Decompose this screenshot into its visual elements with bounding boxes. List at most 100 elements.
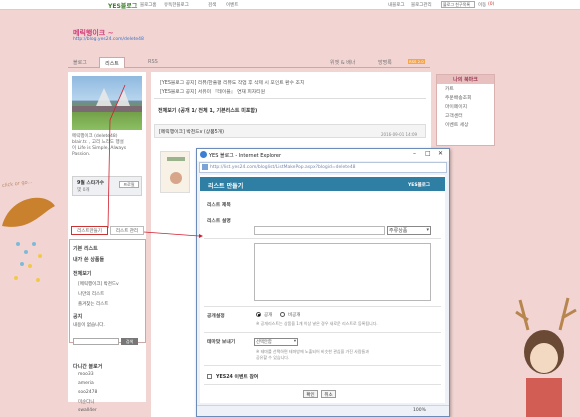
list-entry[interactable]: [메릭행이크] 박천드v (상품5개) 2016-09-01 14:09 bbox=[154, 124, 426, 138]
ie-logo-icon bbox=[200, 151, 207, 158]
menu-basic-list[interactable]: 기본 리스트 bbox=[73, 245, 98, 252]
divider bbox=[204, 306, 441, 307]
rss-badge[interactable]: RSS 2.0 bbox=[408, 59, 425, 64]
manage-list-button[interactable]: 리스트 관리 bbox=[110, 226, 144, 235]
friend-select[interactable]: 블로그 친구목록 bbox=[441, 1, 475, 8]
form-header: 리스트 만들기 YES블로그 bbox=[200, 177, 445, 191]
recent-item[interactable]: ameria bbox=[78, 381, 94, 386]
page-icon bbox=[202, 164, 208, 170]
menu-item-list[interactable]: 즐겨찾는 리스트 bbox=[78, 301, 108, 307]
cancel-button[interactable]: 취소 bbox=[321, 390, 336, 398]
recent-item[interactable]: 미순다니 bbox=[78, 399, 95, 405]
make-list-button[interactable]: 리스트만들기 bbox=[71, 226, 108, 235]
entry-date: 2016-09-01 14:09 bbox=[381, 132, 418, 137]
event-label: YES24 이벤트 참여 bbox=[216, 375, 259, 380]
confirm-button[interactable]: 확인 bbox=[303, 390, 318, 398]
stats-box: 9월 스타가수 몇 0개 프로필 bbox=[72, 176, 142, 196]
label-public: 공개설정 bbox=[207, 314, 225, 319]
search-button[interactable]: 검색 bbox=[121, 338, 138, 345]
nav-search[interactable]: 검색 bbox=[208, 2, 216, 8]
public-radio[interactable] bbox=[256, 312, 261, 317]
chevron-down-icon: ▾ bbox=[293, 339, 296, 344]
label-theme: 테마맞 보내기 bbox=[207, 340, 236, 345]
profile-text: 메릭행이크 (delete48) blair.tr. , 고리 느리도 행설 이… bbox=[72, 134, 144, 158]
divider bbox=[204, 332, 441, 333]
blog-url[interactable]: http://blog.yes24.com/delete48 bbox=[73, 37, 144, 42]
address-bar[interactable]: http://list.yes24.com/bloglist/ListMakeP… bbox=[199, 162, 447, 173]
notice-post-2[interactable]: [YES블로그 공지] 서유미 『테이블』 연재 피자티원 bbox=[160, 88, 265, 95]
go-button[interactable]: 이동 bbox=[478, 2, 486, 8]
list-desc-textarea[interactable] bbox=[254, 243, 431, 301]
close-icon[interactable]: ✕ bbox=[438, 150, 443, 157]
public-note: ※ 공개리스트는 상품을 1개 이상 넣은 경우 새로운 리스트로 등록됩니다. bbox=[256, 321, 378, 326]
tab-rss[interactable]: RSS bbox=[148, 59, 158, 65]
my-blog-link[interactable]: 내블로그 bbox=[388, 2, 405, 8]
chevron-down-icon: ▾ bbox=[426, 227, 429, 233]
bookmark-panel: 나의 북마크 카트 주문배송조회 마이페이지 고객센터 이벤트 세상 bbox=[436, 74, 495, 146]
category-select[interactable]: 주류상품 ▾ bbox=[387, 226, 431, 235]
recent-item[interactable]: soo2478 bbox=[78, 390, 97, 395]
yes-blog-badge: YES블로그 bbox=[408, 183, 430, 188]
recent-item[interactable]: moo33 bbox=[78, 372, 94, 377]
nav-popular-blog[interactable]: 유독한블로그 bbox=[164, 2, 189, 8]
stadium-image bbox=[72, 88, 142, 112]
window-title: YES 블로그 - Internet Explorer bbox=[197, 149, 449, 161]
profile-photo bbox=[72, 76, 142, 130]
stats-sub: 몇 0개 bbox=[77, 188, 90, 193]
minimize-icon[interactable]: – bbox=[413, 150, 416, 157]
profile-button[interactable]: 프로필 bbox=[119, 181, 139, 188]
menu-full-view[interactable]: 전체보기 bbox=[73, 270, 91, 277]
maximize-icon[interactable]: □ bbox=[425, 150, 431, 157]
event-checkbox[interactable] bbox=[207, 374, 212, 379]
entry-title[interactable]: [메릭행이크] 박천드v (상품5개) bbox=[159, 128, 224, 135]
tab-widget[interactable]: 위젯 & 배너 bbox=[330, 59, 355, 66]
category-value: 주류상품 bbox=[389, 228, 408, 234]
notice-title: 공지 bbox=[73, 314, 83, 320]
leaf-rain-illustration bbox=[2, 197, 55, 282]
tab-blog[interactable]: 블로그 bbox=[73, 59, 87, 66]
bookmark-item[interactable]: 이벤트 세상 bbox=[437, 120, 494, 129]
divider bbox=[204, 384, 441, 385]
recent-item[interactable]: swall4er bbox=[78, 408, 97, 413]
public-option-label: 공개 bbox=[264, 313, 273, 318]
zoom-level[interactable]: 100% bbox=[413, 408, 426, 413]
label-list-desc: 리스트 설명 bbox=[207, 219, 231, 224]
notice-empty: 내용이 없습니다. bbox=[73, 323, 105, 328]
search-input[interactable] bbox=[73, 338, 119, 345]
theme-value: 선택안함 bbox=[256, 340, 272, 345]
blog-mgmt-link[interactable]: 블로그관리 bbox=[411, 2, 432, 8]
ie-popup-window: YES 블로그 - Internet Explorer – □ ✕ http:/… bbox=[196, 148, 450, 417]
bookmark-item[interactable]: 카트 bbox=[437, 84, 494, 93]
yes-blog-logo[interactable]: YES블로그 bbox=[108, 1, 137, 10]
bookmark-item[interactable]: 마이페이지 bbox=[437, 102, 494, 111]
tab-guestbook[interactable]: 방명록 bbox=[378, 59, 392, 66]
menu-item-list[interactable]: 나만의 리스트 bbox=[78, 291, 104, 297]
nav-blog-home[interactable]: 블로그홈 bbox=[140, 2, 157, 8]
nav-event[interactable]: 이벤트 bbox=[226, 2, 238, 8]
stats-title: 9월 스타가수 bbox=[77, 181, 105, 186]
bookmark-item[interactable]: 고객센터 bbox=[437, 111, 494, 120]
bookmark-title: 나의 북마크 bbox=[437, 75, 494, 84]
status-bar: 100% bbox=[197, 405, 449, 416]
menu-my-products[interactable]: 내가 쓴 상품들 bbox=[73, 256, 104, 263]
menu-item-list[interactable]: [메릭행이크] 박천드v bbox=[78, 281, 119, 287]
deer-girl-illustration bbox=[515, 297, 577, 417]
book-cover-image[interactable] bbox=[160, 151, 190, 193]
profile-line: Passion. bbox=[72, 152, 91, 157]
theme-select[interactable]: 선택안함 ▾ bbox=[254, 338, 298, 346]
private-option-label: 비공개 bbox=[288, 313, 301, 318]
bookmark-item[interactable]: 주문배송조회 bbox=[437, 93, 494, 102]
divider bbox=[204, 365, 441, 366]
top-bar: YES블로그 블로그홈 유독한블로그 검색 이벤트 내블로그 블로그관리 블로그… bbox=[0, 0, 580, 10]
book-illustration bbox=[167, 157, 185, 184]
list-title-input[interactable] bbox=[254, 226, 385, 235]
gosu-count: (0) bbox=[488, 2, 495, 7]
tab-list[interactable]: 리스트 bbox=[99, 57, 125, 68]
notice-post-1[interactable]: [YES블로그 공지] 리뷰/한줄평 리뷰도 작업 후 삭제 시 포인트 환수 … bbox=[160, 79, 304, 86]
divider bbox=[204, 238, 441, 239]
full-view-heading: 전체보기 (공개 1/ 전체 1, 기본리스트 미포함) bbox=[158, 108, 258, 114]
recent-title: 다니간 블로거 bbox=[73, 364, 103, 370]
list-make-form: 리스트 만들기 YES블로그 리스트 제목 주류상품 ▾ 리스트 설명 공개설정 … bbox=[200, 175, 445, 403]
divider bbox=[154, 98, 426, 99]
private-radio[interactable] bbox=[280, 312, 285, 317]
